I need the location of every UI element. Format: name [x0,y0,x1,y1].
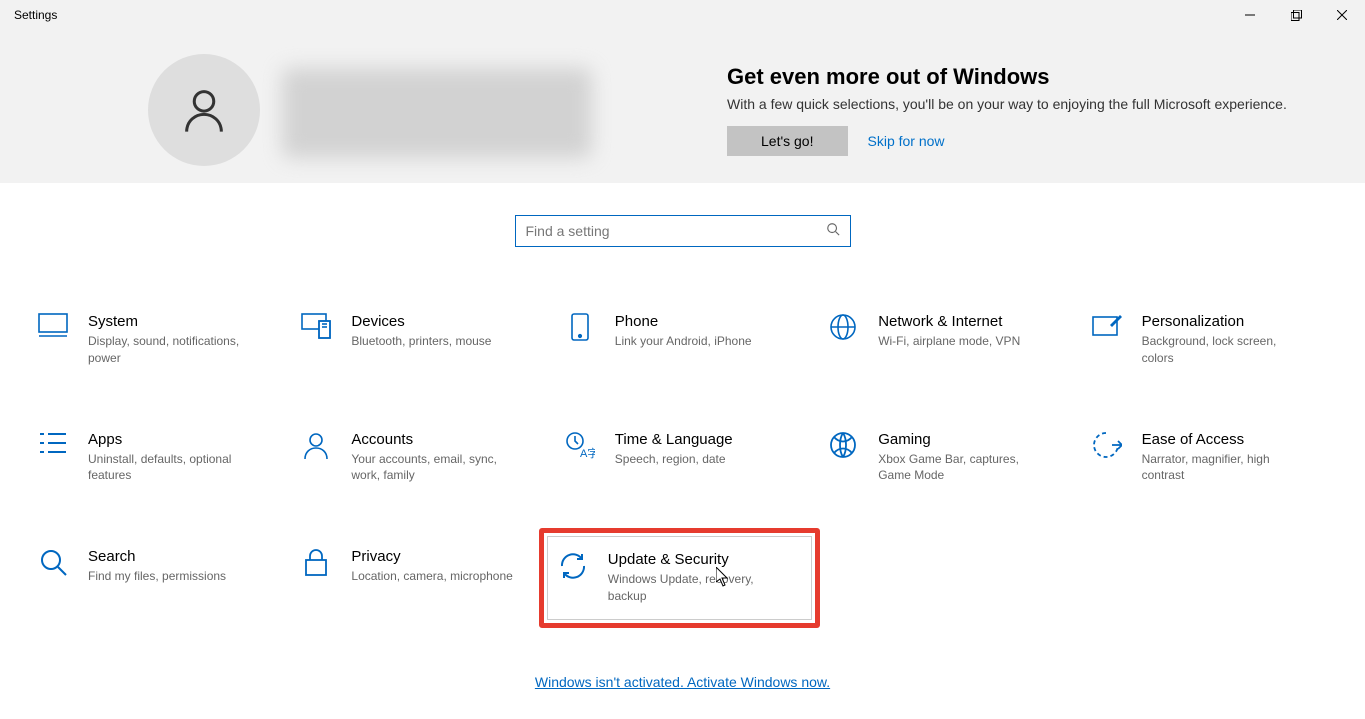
highlight-update-security: Update & Security Windows Update, recove… [539,528,820,628]
tile-title: Phone [615,313,752,330]
search-input[interactable] [526,223,826,239]
phone-icon [563,313,597,367]
tile-title: Apps [88,431,258,448]
tile-devices[interactable]: Devices Bluetooth, printers, mouse [293,305,544,375]
apps-icon [36,431,70,485]
search-box[interactable] [515,215,851,247]
tile-subtitle: Link your Android, iPhone [615,333,752,350]
tile-title: Time & Language [615,431,733,448]
avatar[interactable] [148,54,260,166]
tile-subtitle: Location, camera, microphone [351,568,512,585]
tile-network[interactable]: Network & Internet Wi-Fi, airplane mode,… [820,305,1071,375]
globe-icon [826,313,860,367]
promo-title: Get even more out of Windows [727,64,1287,90]
tile-system[interactable]: System Display, sound, notifications, po… [30,305,281,375]
maximize-button[interactable] [1273,0,1319,30]
tile-apps[interactable]: Apps Uninstall, defaults, optional featu… [30,423,281,493]
tile-search[interactable]: Search Find my files, permissions [30,540,281,628]
tile-privacy[interactable]: Privacy Location, camera, microphone [293,540,544,628]
tile-subtitle: Bluetooth, printers, mouse [351,333,491,350]
tile-title: Search [88,548,226,565]
skip-for-now-link[interactable]: Skip for now [868,133,945,149]
tile-subtitle: Your accounts, email, sync, work, family [351,451,521,485]
tile-update-security[interactable]: Update & Security Windows Update, recove… [547,536,812,620]
tile-subtitle: Find my files, permissions [88,568,226,585]
tile-subtitle: Narrator, magnifier, high contrast [1142,451,1312,485]
ease-icon [1090,431,1124,485]
tile-subtitle: Wi-Fi, airplane mode, VPN [878,333,1020,350]
close-button[interactable] [1319,0,1365,30]
tile-title: Network & Internet [878,313,1020,330]
svg-text:A字: A字 [580,446,595,459]
tile-personalization[interactable]: Personalization Background, lock screen,… [1084,305,1335,375]
tile-title: System [88,313,258,330]
tile-title: Accounts [351,431,521,448]
tile-title: Privacy [351,548,512,565]
update-icon [556,551,590,605]
tile-subtitle: Xbox Game Bar, captures, Game Mode [878,451,1048,485]
tile-accounts[interactable]: Accounts Your accounts, email, sync, wor… [293,423,544,493]
time-language-icon: A字 [563,431,597,485]
tile-title: Gaming [878,431,1048,448]
tile-subtitle: Windows Update, recovery, backup [608,571,778,605]
tile-subtitle: Uninstall, defaults, optional features [88,451,258,485]
user-name-blurred [282,68,592,158]
tile-time-language[interactable]: A字 Time & Language Speech, region, date [557,423,808,493]
tile-subtitle: Display, sound, notifications, power [88,333,258,367]
devices-icon [299,313,333,367]
tile-gaming[interactable]: Gaming Xbox Game Bar, captures, Game Mod… [820,423,1071,493]
window-title: Settings [8,8,57,22]
tile-phone[interactable]: Phone Link your Android, iPhone [557,305,808,375]
user-icon [178,82,230,138]
search-icon [826,222,840,241]
lets-go-button[interactable]: Let's go! [727,126,848,156]
tile-subtitle: Speech, region, date [615,451,733,468]
system-icon [36,313,70,367]
promo-subtitle: With a few quick selections, you'll be o… [727,96,1287,112]
tile-subtitle: Background, lock screen, colors [1142,333,1312,367]
tile-title: Personalization [1142,313,1312,330]
accounts-icon [299,431,333,485]
personalize-icon [1090,313,1124,367]
tile-title: Ease of Access [1142,431,1312,448]
tile-title: Update & Security [608,551,778,568]
activate-windows-link[interactable]: Windows isn't activated. Activate Window… [535,674,830,690]
search-tile-icon [36,548,70,620]
gaming-icon [826,431,860,485]
tile-ease-of-access[interactable]: Ease of Access Narrator, magnifier, high… [1084,423,1335,493]
minimize-button[interactable] [1227,0,1273,30]
lock-icon [299,548,333,620]
tile-title: Devices [351,313,491,330]
